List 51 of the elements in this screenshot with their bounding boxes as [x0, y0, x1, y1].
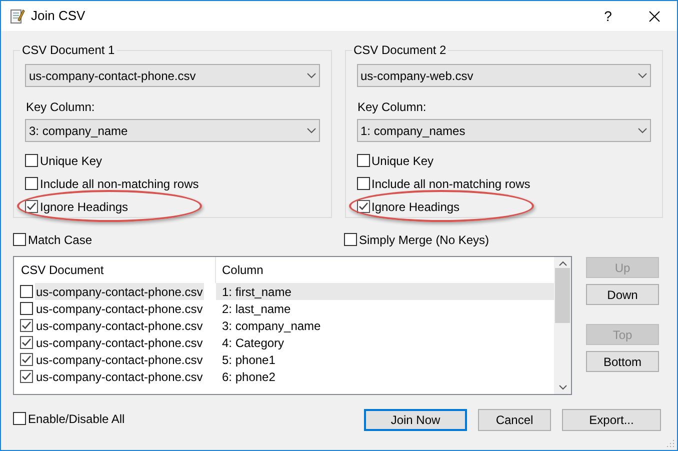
checkbox[interactable] — [25, 200, 38, 213]
notepad-icon — [9, 8, 25, 24]
checkbox[interactable] — [20, 370, 33, 383]
checkbox[interactable] — [344, 233, 357, 246]
button[interactable]: Cancel — [478, 409, 551, 431]
checkbox[interactable] — [20, 336, 33, 349]
chevron-down-icon — [638, 128, 647, 134]
checkbox[interactable] — [20, 302, 33, 315]
button[interactable]: Join Now — [364, 409, 467, 431]
checkbox-label: Include all non-matching rows — [40, 176, 199, 192]
help-button[interactable]: ? — [585, 1, 631, 31]
list-cell[interactable]: us-company-contact-phone.csv — [35, 283, 204, 300]
resize-grip-icon — [665, 438, 675, 448]
chevron-down-icon — [306, 128, 316, 134]
scrollbar[interactable] — [554, 257, 571, 394]
button[interactable]: Export... — [562, 409, 661, 431]
chevron-down-icon — [638, 72, 647, 78]
checkbox-label: Match Case — [28, 232, 92, 248]
checkbox[interactable] — [356, 200, 370, 213]
dropdown[interactable]: 3: company_name — [25, 119, 320, 142]
chevron-up-icon — [558, 261, 566, 266]
scrollbar-thumb[interactable] — [555, 268, 570, 323]
checkbox[interactable] — [20, 353, 33, 366]
button[interactable]: Bottom — [586, 351, 659, 372]
checkbox[interactable] — [13, 233, 26, 246]
checkbox-label: Include all non-matching rows — [372, 176, 530, 192]
column-header[interactable]: Column — [216, 257, 264, 283]
checkbox[interactable] — [20, 319, 33, 332]
dropdown[interactable]: 1: company_names — [356, 119, 651, 142]
window-title: Join CSV — [31, 7, 86, 26]
dropdown[interactable]: us-company-contact-phone.csv — [25, 64, 320, 87]
checkbox-label: Ignore Headings — [40, 198, 128, 216]
field-label: Key Column: — [25, 100, 96, 114]
checkbox[interactable] — [356, 177, 370, 190]
chevron-down-icon — [558, 385, 566, 390]
checkbox-label: Unique Key — [372, 152, 434, 170]
button[interactable]: Down — [586, 284, 659, 305]
checkbox[interactable] — [25, 177, 38, 190]
list-cell: 1: first_name — [216, 283, 554, 300]
checkbox[interactable] — [356, 154, 370, 167]
close-icon — [648, 10, 660, 22]
checkbox-label: Enable/Disable All — [28, 410, 125, 428]
checkbox[interactable] — [20, 285, 33, 298]
checkbox-label: Simply Merge (No Keys) — [359, 232, 490, 248]
checkbox-label: Unique Key — [40, 152, 102, 170]
checkbox-label: Ignore Headings — [372, 198, 460, 216]
checkbox[interactable] — [13, 412, 26, 425]
checkbox[interactable] — [25, 154, 38, 167]
dropdown[interactable]: us-company-web.csv — [356, 64, 651, 87]
chevron-down-icon — [306, 72, 316, 78]
field-label: Key Column: — [356, 100, 428, 114]
